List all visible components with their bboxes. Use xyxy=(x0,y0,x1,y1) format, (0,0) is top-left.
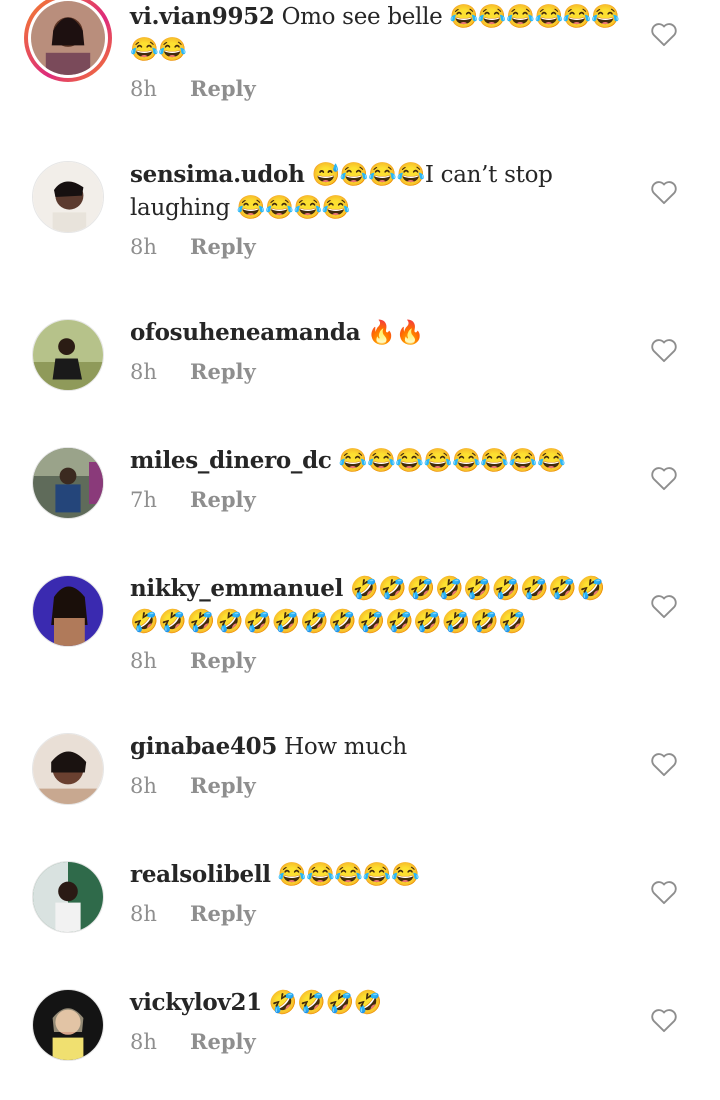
avatar[interactable] xyxy=(32,319,104,391)
avatar[interactable] xyxy=(32,161,104,233)
avatar[interactable] xyxy=(32,447,104,519)
avatar[interactable] xyxy=(24,0,112,82)
heart-icon[interactable] xyxy=(650,179,678,205)
avatar[interactable] xyxy=(32,989,104,1061)
heart-icon[interactable] xyxy=(650,751,678,777)
heart-icon[interactable] xyxy=(650,337,678,363)
comment-username[interactable]: miles_dinero_dc xyxy=(130,447,332,474)
reply-button[interactable]: Reply xyxy=(190,76,256,101)
comment-meta: 8h Reply xyxy=(130,773,256,798)
comment-meta: 8h Reply xyxy=(130,648,256,673)
comment-meta: 8h Reply xyxy=(130,234,256,259)
comment-username[interactable]: sensima.udoh xyxy=(130,161,305,188)
comment-time: 8h xyxy=(130,234,157,259)
comment-text: sensima.udoh 😅😂😂😂I can’t stop laughing 😂😂… xyxy=(130,158,630,225)
heart-icon[interactable] xyxy=(650,21,678,47)
reply-button[interactable]: Reply xyxy=(190,487,256,512)
heart-icon[interactable] xyxy=(650,1007,678,1033)
comment-body: 🔥🔥 xyxy=(367,320,424,346)
heart-icon[interactable] xyxy=(650,593,678,619)
avatar-ring xyxy=(28,0,108,78)
comment-username[interactable]: nikky_emmanuel xyxy=(130,575,343,602)
avatar[interactable] xyxy=(32,861,104,933)
comment-text: vickylov21 🤣🤣🤣🤣 xyxy=(130,986,630,1020)
comment-username[interactable]: vickylov21 xyxy=(130,989,262,1016)
reply-button[interactable]: Reply xyxy=(190,648,256,673)
comment-username[interactable]: ofosuheneamanda xyxy=(130,319,361,346)
comment-username[interactable]: vi.vian9952 xyxy=(130,3,275,30)
comment-body: 😂😂😂😂😂 xyxy=(277,862,420,888)
comment-text: vi.vian9952 Omo see belle 😂😂😂😂😂😂😂😂 xyxy=(130,0,630,67)
comment-text: miles_dinero_dc 😂😂😂😂😂😂😂😂 xyxy=(130,444,630,478)
comment-meta: 8h Reply xyxy=(130,76,256,101)
comment-meta: 8h Reply xyxy=(130,1029,256,1054)
reply-button[interactable]: Reply xyxy=(190,901,256,926)
comment-meta: 8h Reply xyxy=(130,359,256,384)
comment-time: 8h xyxy=(130,359,157,384)
comment-username[interactable]: ginabae405 xyxy=(130,733,277,760)
heart-icon[interactable] xyxy=(650,465,678,491)
comment-body: 🤣🤣🤣🤣 xyxy=(268,990,383,1016)
comment-meta: 8h Reply xyxy=(130,901,256,926)
comment-time: 7h xyxy=(130,487,157,512)
avatar[interactable] xyxy=(32,733,104,805)
heart-icon[interactable] xyxy=(650,879,678,905)
comment-time: 8h xyxy=(130,1029,157,1054)
comment-time: 8h xyxy=(130,773,157,798)
reply-button[interactable]: Reply xyxy=(190,1029,256,1054)
reply-button[interactable]: Reply xyxy=(190,773,256,798)
comment-body: 😂😂😂😂😂😂😂😂 xyxy=(338,448,566,474)
comment-text: ginabae405 How much xyxy=(130,730,630,764)
comment-text: ofosuheneamanda 🔥🔥 xyxy=(130,316,630,350)
reply-button[interactable]: Reply xyxy=(190,359,256,384)
comment-time: 8h xyxy=(130,648,157,673)
comment-meta: 7h Reply xyxy=(130,487,256,512)
comment-body: How much xyxy=(284,734,407,760)
comment-text: realsolibell 😂😂😂😂😂 xyxy=(130,858,630,892)
reply-button[interactable]: Reply xyxy=(190,234,256,259)
avatar-image xyxy=(31,1,105,75)
avatar[interactable] xyxy=(32,575,104,647)
comment-username[interactable]: realsolibell xyxy=(130,861,271,888)
comment-text: nikky_emmanuel 🤣🤣🤣🤣🤣🤣🤣🤣🤣🤣🤣🤣🤣🤣🤣🤣🤣🤣🤣🤣🤣🤣🤣 xyxy=(130,572,630,639)
comment-time: 8h xyxy=(130,76,157,101)
comment-time: 8h xyxy=(130,901,157,926)
